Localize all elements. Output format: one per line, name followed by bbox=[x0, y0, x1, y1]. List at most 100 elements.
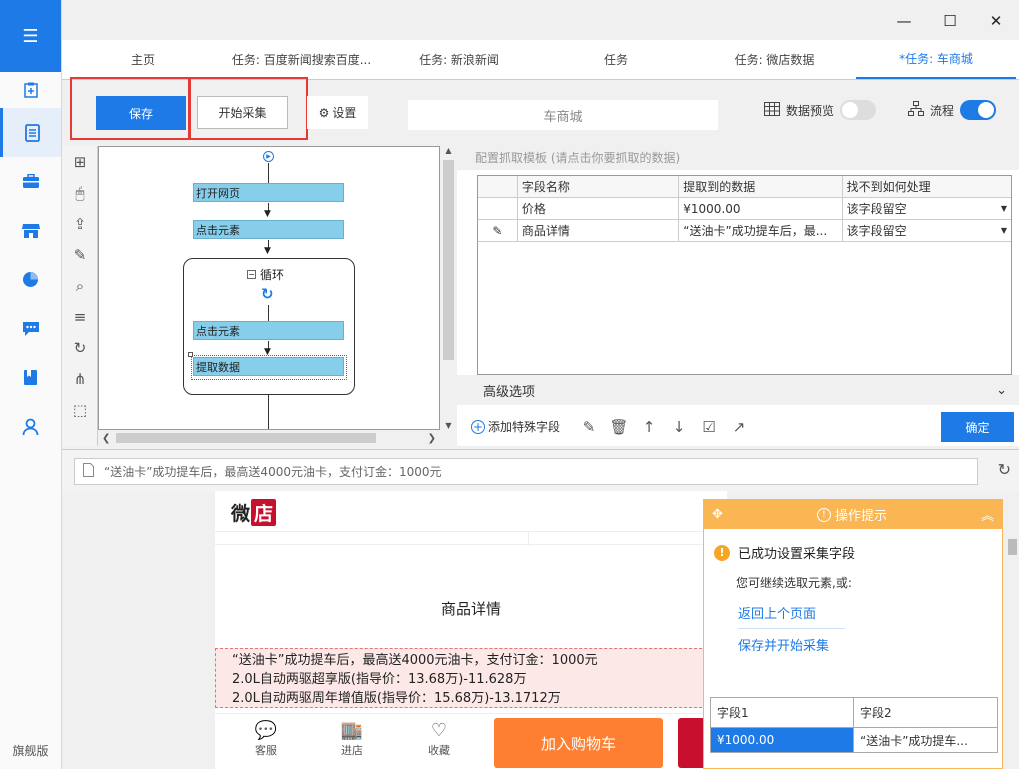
table-row[interactable]: ¥1000.00 “送油卡”成功提车... bbox=[711, 728, 997, 752]
tab-car-mall[interactable]: *任务: 车商城 bbox=[856, 40, 1016, 79]
pencil-icon: ✎ bbox=[478, 220, 518, 241]
move-icon[interactable]: ✥ bbox=[712, 507, 723, 522]
col-extracted-data: 提取到的数据 bbox=[679, 176, 843, 197]
external-link-icon[interactable]: ↗ bbox=[724, 418, 754, 436]
start-collect-button[interactable]: 开始采集 bbox=[197, 96, 288, 129]
add-to-cart-button[interactable]: 加入购物车 bbox=[494, 718, 663, 768]
add-special-field-button[interactable]: + 添加特殊字段 bbox=[471, 418, 560, 435]
missing-handling-select[interactable]: 该字段留空 ▼ bbox=[843, 198, 1011, 219]
settings-button[interactable]: ⚙ 设置 bbox=[307, 96, 368, 129]
list-tool-icon[interactable]: ≡ bbox=[62, 301, 98, 332]
product-bottom-nav: 💬 客服 🏬 进店 ♡ 收藏 加入购物车 bbox=[215, 713, 727, 769]
config-tools: + 添加特殊字段 ✎ 🗑 ↑ ↓ ☑ ↗ 确定 bbox=[457, 407, 1019, 446]
dropdown-arrow-icon[interactable]: ▼ bbox=[1001, 226, 1007, 235]
select-tool-icon[interactable]: ⬚ bbox=[62, 394, 98, 425]
weidian-logo: 微店 bbox=[231, 499, 277, 526]
field-name-cell[interactable]: 价格 bbox=[518, 198, 680, 219]
chat-bubble-icon: 💬 bbox=[254, 720, 278, 741]
book-icon[interactable] bbox=[0, 353, 61, 402]
advanced-options-bar[interactable]: 高级选项 ⌄ bbox=[457, 375, 1019, 405]
hamburger-menu-icon[interactable]: ☰ bbox=[0, 0, 61, 72]
user-icon[interactable] bbox=[0, 402, 61, 451]
maximize-icon[interactable]: ☐ bbox=[927, 8, 973, 34]
tab-baidu-news[interactable]: 任务: 百度新闻搜索百度... bbox=[224, 40, 379, 79]
move-up-icon[interactable]: ↑ bbox=[634, 418, 664, 436]
field-value-cell: “送油卡”成功提车后，最... bbox=[679, 220, 843, 241]
data-preview-label: 数据预览 bbox=[786, 103, 835, 118]
flow-toggle-group: 流程 bbox=[908, 100, 997, 120]
missing-handling-select[interactable]: 该字段留空 ▼ bbox=[843, 220, 1011, 241]
edition-label: 旗舰版 bbox=[12, 744, 49, 758]
flow-canvas[interactable]: ▶ 打开网页 ▼ 点击元素 ▼ − 循环 ↻ 点击元素 ▼ 提取数据 bbox=[98, 146, 440, 430]
dropdown-arrow-icon[interactable]: ▼ bbox=[1001, 204, 1007, 213]
warning-icon: ! bbox=[714, 544, 730, 561]
window-controls: — ☐ ✕ bbox=[881, 8, 1019, 34]
confirm-button[interactable]: 确定 bbox=[941, 412, 1014, 442]
scroll-right-icon[interactable]: ❯ bbox=[428, 433, 436, 444]
flow-vertical-scrollbar[interactable]: ▲ ▼ bbox=[440, 146, 457, 430]
chat-icon[interactable] bbox=[0, 304, 61, 353]
tab-home[interactable]: 主页 bbox=[62, 40, 224, 79]
refresh-icon[interactable]: ↻ bbox=[998, 460, 1011, 479]
flow-toolbox: ⊞ 🖱 ⇪ ✎ ⌕ ≡ ↻ ⋔ ⬚ bbox=[62, 146, 98, 446]
settings-label: 设置 bbox=[332, 106, 357, 120]
pie-chart-icon[interactable] bbox=[0, 255, 61, 304]
search-tool-icon[interactable]: ⌕ bbox=[62, 270, 98, 301]
open-page-tool-icon[interactable]: ⊞ bbox=[62, 146, 98, 177]
move-down-icon[interactable]: ↓ bbox=[664, 418, 694, 436]
click-tool-icon[interactable]: 🖱 bbox=[62, 177, 98, 208]
success-message: ! 已成功设置采集字段 bbox=[714, 543, 992, 562]
data-preview-switch[interactable] bbox=[840, 100, 877, 120]
field-name-cell[interactable]: 商品详情 bbox=[518, 220, 680, 241]
data-preview-toggle-group: 数据预览 bbox=[764, 100, 877, 120]
flow-switch[interactable] bbox=[960, 100, 997, 120]
export-tool-icon[interactable]: ⇪ bbox=[62, 208, 98, 239]
collapse-up-icon[interactable]: ︽ bbox=[981, 505, 994, 524]
tips-header[interactable]: ✥ ! 操作提示 ︽ bbox=[704, 500, 1002, 529]
product-detail-text[interactable]: “送油卡”成功提车后，最高送4000元油卡，支付订金：1000元 2.0L自动两… bbox=[215, 648, 727, 708]
task-name-field[interactable]: 车商城 bbox=[408, 100, 718, 130]
favorite-button[interactable]: ♡ 收藏 bbox=[419, 720, 459, 758]
customer-service-button[interactable]: 💬 客服 bbox=[246, 720, 286, 758]
tips-preview-table: 字段1 字段2 ¥1000.00 “送油卡”成功提车... bbox=[710, 697, 998, 753]
flow-node-open-page[interactable]: 打开网页 bbox=[193, 183, 344, 202]
tab-sina-news[interactable]: 任务: 新浪新闻 bbox=[379, 40, 539, 79]
briefcase-icon[interactable] bbox=[0, 157, 61, 206]
flow-node-click-element[interactable]: 点击元素 bbox=[193, 220, 344, 239]
back-to-previous-link[interactable]: 返回上个页面 bbox=[738, 603, 845, 629]
address-field[interactable]: “送油卡”成功提车后，最高送4000元油卡，支付订金：1000元 bbox=[74, 458, 978, 485]
enter-shop-button[interactable]: 🏬 进店 bbox=[332, 720, 372, 758]
arrow-down-icon: ▼ bbox=[264, 209, 271, 219]
collapse-icon[interactable]: − bbox=[247, 270, 256, 279]
tab-weidian-data[interactable]: 任务: 微店数据 bbox=[693, 40, 856, 79]
table-icon bbox=[764, 101, 780, 119]
task-document-icon[interactable] bbox=[0, 108, 61, 157]
clipboard-add-icon[interactable] bbox=[0, 72, 61, 108]
edit-tool-icon[interactable]: ✎ bbox=[62, 239, 98, 270]
close-icon[interactable]: ✕ bbox=[973, 8, 1019, 34]
save-button[interactable]: 保存 bbox=[96, 96, 186, 130]
flow-node-extract-data[interactable]: 提取数据 bbox=[193, 357, 344, 376]
flow-node-click-element-loop[interactable]: 点击元素 bbox=[193, 321, 344, 340]
table-row[interactable]: ✎ 商品详情 “送油卡”成功提车后，最... 该字段留空 ▼ bbox=[478, 220, 1011, 242]
edit-field-icon[interactable]: ✎ bbox=[574, 418, 604, 436]
minimize-icon[interactable]: — bbox=[881, 8, 927, 34]
page-scrollbar[interactable] bbox=[1006, 531, 1019, 769]
flow-horizontal-scrollbar[interactable]: ❮ ❯ bbox=[98, 430, 440, 446]
config-panel: 配置抓取模板 (请点击你要抓取的数据) 字段名称 提取到的数据 找不到如何处理 … bbox=[457, 146, 1019, 446]
left-sidebar: ☰ 旗舰版 bbox=[0, 0, 62, 769]
scroll-left-icon[interactable]: ❮ bbox=[102, 433, 110, 444]
plus-circle-icon: + bbox=[471, 419, 485, 434]
col-field-name: 字段名称 bbox=[517, 176, 680, 197]
store-icon[interactable] bbox=[0, 206, 61, 255]
save-and-start-link[interactable]: 保存并开始采集 bbox=[738, 635, 845, 660]
table-row[interactable]: 价格 ¥1000.00 该字段留空 ▼ bbox=[478, 198, 1011, 220]
branch-tool-icon[interactable]: ⋔ bbox=[62, 363, 98, 394]
start-icon: ▶ bbox=[263, 151, 274, 162]
delete-icon[interactable]: 🗑 bbox=[604, 418, 634, 436]
check-box-icon[interactable]: ☑ bbox=[694, 418, 724, 436]
page-icon bbox=[83, 463, 94, 480]
field-value-cell: ¥1000.00 bbox=[679, 198, 843, 219]
tab-task[interactable]: 任务 bbox=[539, 40, 693, 79]
loop-tool-icon[interactable]: ↻ bbox=[62, 332, 98, 363]
